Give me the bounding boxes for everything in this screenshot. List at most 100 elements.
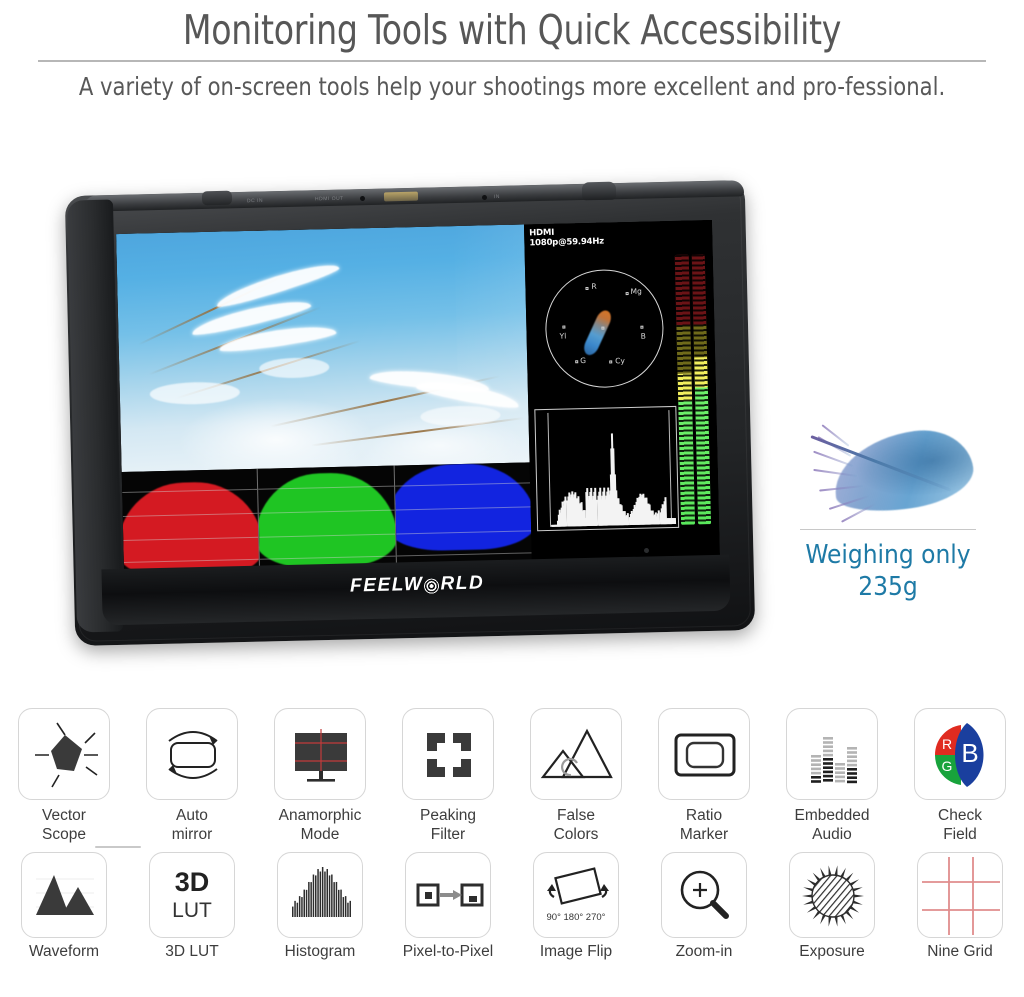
page-title: Monitoring Tools with Quick Accessibilit… bbox=[182, 6, 842, 54]
vs-label-r: R bbox=[591, 281, 597, 291]
feature-3d-lut[interactable]: 3D LUT 3D LUT bbox=[128, 844, 256, 961]
title-divider bbox=[38, 60, 986, 62]
feature-label: Waveform bbox=[28, 943, 100, 960]
top-label-1: DC IN bbox=[246, 197, 264, 205]
feature-exposure[interactable]: Exposure bbox=[768, 844, 896, 961]
top-hdmi-port bbox=[383, 191, 419, 202]
page-subtitle: A variety of on-screen tools help your s… bbox=[78, 72, 946, 101]
feature-label: 3D LUT bbox=[165, 943, 219, 960]
histogram-icon[interactable] bbox=[277, 852, 363, 938]
feature-label: Ratio Marker bbox=[679, 807, 729, 843]
feature-icon-grid: Vector Scope Auto mirror Anamorphic Mode… bbox=[0, 700, 1024, 961]
page-header: Monitoring Tools with Quick Accessibilit… bbox=[0, 0, 1024, 103]
feature-label: Pixel-to-Pixel bbox=[402, 943, 494, 960]
top-hole-1 bbox=[481, 194, 488, 201]
top-control-knob bbox=[581, 181, 617, 201]
brand-logo-spiral-icon bbox=[424, 577, 440, 594]
top-power-button bbox=[201, 190, 233, 206]
vs-label-g: G bbox=[580, 356, 587, 366]
ir-sensor-dot bbox=[643, 547, 650, 554]
audio-level-meters bbox=[674, 254, 712, 525]
video-preview bbox=[116, 224, 530, 473]
scopes-panel: HDMI 1080p@59.94Hz R Mg B Cy G Yl bbox=[523, 220, 720, 565]
vector-scope-icon[interactable] bbox=[18, 708, 110, 800]
3d-lut-icon[interactable]: 3D LUT bbox=[149, 852, 235, 938]
feature-waveform[interactable]: Waveform bbox=[0, 844, 128, 961]
lut-tile-bottom: LUT bbox=[172, 899, 212, 922]
brand-logo-head: FEELW bbox=[349, 573, 424, 597]
monitor-screen: HDMI 1080p@59.94Hz R Mg B Cy G Yl bbox=[116, 220, 720, 574]
check-field-g: G bbox=[942, 758, 953, 774]
feature-zoom-in[interactable]: Zoom-in bbox=[640, 844, 768, 961]
rgb-parade-waveform bbox=[121, 462, 532, 574]
callout-divider bbox=[800, 529, 976, 530]
osd-signal-label: HDMI bbox=[529, 227, 555, 239]
nine-grid-icon[interactable] bbox=[917, 852, 1003, 938]
feature-label: Exposure bbox=[799, 943, 865, 960]
feature-vector-scope[interactable]: Vector Scope bbox=[0, 700, 128, 844]
weight-callout: Weighing only 235g bbox=[772, 415, 1004, 603]
feature-check-field[interactable]: R G B Check Field bbox=[896, 700, 1024, 844]
top-label-2: HDMI OUT bbox=[314, 195, 344, 203]
feature-histogram[interactable]: Histogram bbox=[256, 844, 384, 961]
audio-meter-right bbox=[691, 254, 712, 525]
callout-line-2: 235g bbox=[858, 572, 918, 602]
vectorscope-display: R Mg B Cy G Yl bbox=[537, 261, 672, 396]
image-flip-degrees: 90° 180° 270° bbox=[546, 912, 606, 923]
image-flip-icon[interactable]: 90° 180° 270° bbox=[533, 852, 619, 938]
false-colors-icon[interactable] bbox=[530, 708, 622, 800]
pixel-to-pixel-icon[interactable] bbox=[405, 852, 491, 938]
feature-embedded-audio[interactable]: Embedded Audio bbox=[768, 700, 896, 844]
lut-tile-top: 3D bbox=[174, 867, 210, 897]
osd-signal-info: HDMI 1080p@59.94Hz bbox=[529, 227, 604, 249]
waveform-green-channel bbox=[256, 465, 396, 571]
feature-ratio-marker[interactable]: Ratio Marker bbox=[640, 700, 768, 844]
feature-label: Anamorphic Mode bbox=[278, 807, 362, 843]
embedded-audio-icon[interactable] bbox=[786, 708, 878, 800]
zoom-in-icon[interactable] bbox=[661, 852, 747, 938]
vs-label-b: B bbox=[640, 331, 646, 341]
histogram-display bbox=[534, 405, 680, 532]
exposure-icon[interactable] bbox=[789, 852, 875, 938]
check-field-b: B bbox=[961, 738, 978, 768]
auto-mirror-icon[interactable] bbox=[146, 708, 238, 800]
ratio-marker-icon[interactable] bbox=[658, 708, 750, 800]
waveform-icon[interactable] bbox=[21, 852, 107, 938]
feature-peaking-filter[interactable]: Peaking Filter bbox=[384, 700, 512, 844]
osd-signal-format: 1080p@59.94Hz bbox=[529, 236, 605, 249]
peaking-filter-icon[interactable] bbox=[402, 708, 494, 800]
feature-label: Nine Grid bbox=[927, 943, 993, 960]
waveform-red-channel bbox=[121, 469, 260, 574]
field-monitor-product-image: DC IN HDMI OUT IN HDMI 1080p@59.94Hz R M… bbox=[62, 170, 762, 650]
feature-nine-grid[interactable]: Nine Grid bbox=[896, 844, 1024, 961]
feature-label: Vector Scope bbox=[42, 807, 86, 843]
anamorphic-mode-icon[interactable] bbox=[274, 708, 366, 800]
feature-anamorphic-mode[interactable]: Anamorphic Mode bbox=[256, 700, 384, 844]
feature-false-colors[interactable]: False Colors bbox=[512, 700, 640, 844]
check-field-icon[interactable]: R G B bbox=[914, 708, 1006, 800]
hero-section: DC IN HDMI OUT IN HDMI 1080p@59.94Hz R M… bbox=[0, 160, 1024, 848]
feature-label: False Colors bbox=[553, 807, 599, 843]
callout-line-1: Weighing only bbox=[805, 540, 971, 570]
feature-label: Auto mirror bbox=[171, 807, 213, 843]
feature-pixel-to-pixel[interactable]: Pixel-to-Pixel bbox=[384, 844, 512, 961]
waveform-blue-channel bbox=[393, 462, 532, 568]
check-field-r: R bbox=[942, 736, 952, 752]
feature-image-flip[interactable]: 90° 180° 270° Image Flip bbox=[512, 844, 640, 961]
feature-auto-mirror[interactable]: Auto mirror bbox=[128, 700, 256, 844]
vs-label-yl: Yl bbox=[559, 331, 567, 341]
top-hole-2 bbox=[359, 195, 366, 202]
brand-logo: FEELW RLD bbox=[350, 572, 485, 597]
feature-label: Peaking Filter bbox=[419, 807, 476, 843]
brand-logo-tail: RLD bbox=[440, 572, 485, 595]
feature-label: Check Field bbox=[938, 807, 982, 843]
top-label-3: IN bbox=[493, 193, 501, 201]
screen-glare bbox=[453, 224, 530, 465]
feature-label: Image Flip bbox=[539, 943, 613, 960]
feature-label: Zoom-in bbox=[675, 943, 733, 960]
feather-icon bbox=[793, 415, 983, 523]
histogram-plot bbox=[547, 410, 677, 527]
feature-label: Embedded Audio bbox=[794, 807, 870, 843]
feature-label: Histogram bbox=[284, 943, 356, 960]
vs-label-mg: Mg bbox=[630, 286, 642, 296]
